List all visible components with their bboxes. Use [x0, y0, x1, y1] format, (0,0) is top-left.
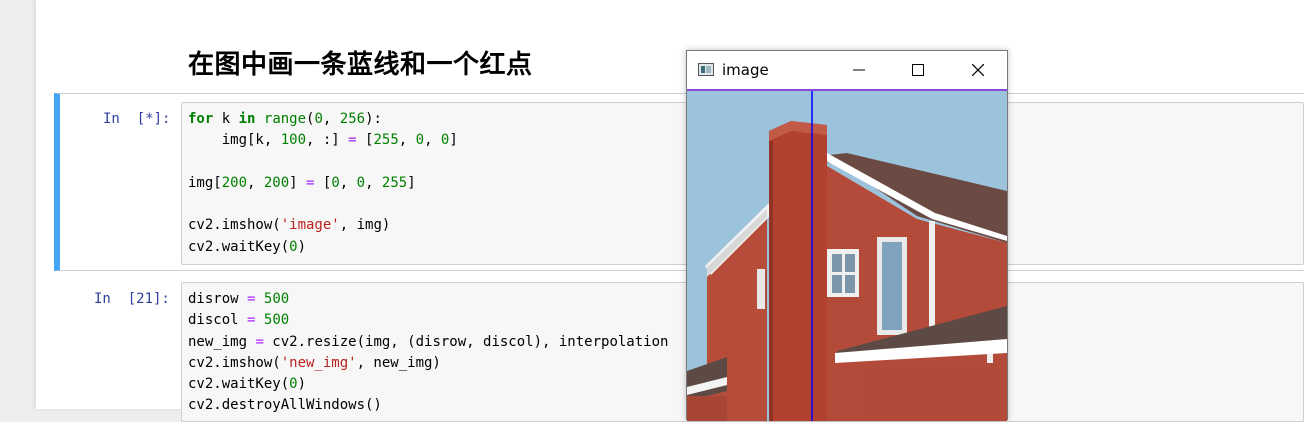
window-titlebar[interactable]: image	[687, 51, 1007, 89]
cell-1-prompt: In [*]:	[103, 111, 171, 127]
code-line: for k in range(0, 256):	[188, 111, 382, 127]
close-button[interactable]	[955, 51, 1001, 89]
code-line: discol = 500	[188, 312, 290, 329]
code-line: cv2.imshow('new_img', new_img)	[188, 354, 441, 371]
code-line: cv2.waitKey(0)	[188, 238, 307, 255]
code-line: cv2.imshow('image', img)	[188, 217, 391, 234]
house-photo	[687, 91, 1007, 421]
code-line: disrow = 500	[188, 291, 290, 307]
window-title: image	[722, 61, 769, 79]
image-window[interactable]: image	[686, 50, 1008, 421]
maximize-button[interactable]	[895, 51, 941, 89]
code-line: img[k, 100, :] = [255, 0, 0]	[188, 132, 458, 149]
image-canvas	[687, 89, 1007, 421]
code-line: cv2.destroyAllWindows()	[188, 397, 382, 414]
code-line: cv2.waitKey(0)	[188, 376, 307, 393]
markdown-heading: 在图中画一条蓝线和一个红点	[188, 50, 533, 80]
minimize-button[interactable]	[836, 51, 882, 89]
maximize-icon	[912, 64, 924, 76]
close-icon	[972, 64, 984, 76]
cell-2-prompt: In [21]:	[94, 291, 170, 307]
app-icon	[698, 63, 714, 76]
code-line: new_img = cv2.resize(img, (disrow, disco…	[188, 333, 669, 350]
code-line: img[200, 200] = [0, 0, 255]	[188, 174, 416, 191]
minimize-icon	[853, 69, 865, 71]
